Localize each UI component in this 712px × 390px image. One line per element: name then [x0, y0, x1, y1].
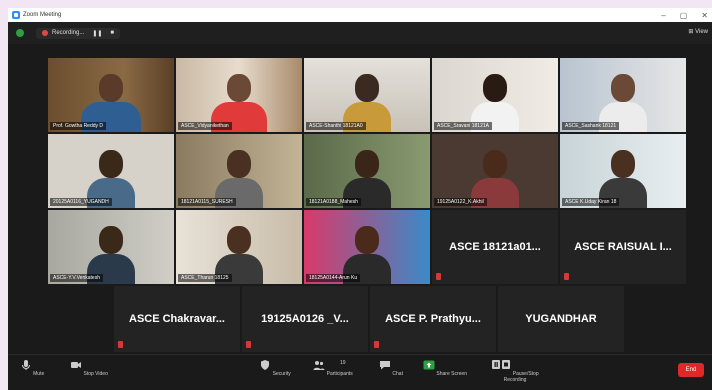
video-tile[interactable]: 18121A0115_SURESH [176, 134, 302, 208]
video-tile[interactable]: 20125A0116_YUGANDH [48, 134, 174, 208]
participant-name: YUGANDHAR [525, 313, 597, 325]
chat-button[interactable]: Chat [366, 359, 416, 377]
participant-name: 19125A0126 _V... [261, 313, 349, 325]
participant-name: 18125A0144-Arun Ku [306, 274, 361, 282]
participants-button[interactable]: Participants 19 [308, 359, 358, 377]
view-button[interactable]: ⊞ View [688, 28, 708, 35]
pause-recording-icon[interactable]: ❚❚ [92, 30, 102, 37]
participant-name: ASCE RAISUAL I... [574, 241, 672, 253]
participants-icon [313, 361, 325, 370]
meeting-toolbar: Mute Stop Video Security Participants 19… [8, 354, 712, 390]
muted-mic-icon [246, 341, 251, 348]
participant-name: ASCE 18121a01... [449, 241, 541, 253]
muted-mic-icon [564, 273, 569, 280]
video-tile[interactable]: ASCE-Y.V.Venkatesh [48, 210, 174, 284]
video-tile[interactable]: ASCE 18121a01... [432, 210, 558, 284]
recording-label: Recording... [52, 30, 85, 36]
participant-name: 19125A0122_K.Akhil [434, 198, 487, 206]
stop-recording-icon[interactable]: ■ [110, 30, 114, 36]
zoom-logo-icon [12, 11, 20, 19]
security-button[interactable]: Security [250, 359, 300, 377]
participant-name: ASCE K.Uday Kiran 18 [562, 198, 620, 206]
zoom-window: Zoom Meeting – ▢ ✕ Recording... ❚❚ ■ ⊞ V… [8, 8, 712, 390]
video-tile[interactable]: ASCE_Tharun 18125 [176, 210, 302, 284]
end-meeting-button[interactable]: End [678, 363, 704, 377]
meeting-top-bar: Recording... ❚❚ ■ ⊞ View [8, 22, 712, 44]
video-tile[interactable]: ASCE RAISUAL I... [560, 210, 686, 284]
share-screen-icon [423, 360, 435, 370]
participant-name: ASCE_Sashank 18121 [562, 122, 620, 130]
maximize-icon[interactable]: ▢ [680, 11, 688, 20]
minimize-icon[interactable]: – [661, 11, 665, 20]
video-tile[interactable]: 19125A0126 _V... [242, 286, 368, 352]
participant-name: 18121A0188_Mahesh [306, 198, 361, 206]
video-tile[interactable]: 18121A0188_Mahesh [304, 134, 430, 208]
muted-mic-icon [436, 273, 441, 280]
video-tile[interactable]: ASCE P. Prathyu... [370, 286, 496, 352]
participant-name: ASCE-Y.V.Venkatesh [50, 274, 103, 282]
microphone-icon [21, 360, 30, 370]
muted-mic-icon [374, 341, 379, 348]
participant-name: Prof. Gowtha Reddy D [50, 122, 107, 130]
participants-count: 19 [340, 360, 346, 366]
participant-name: 18121A0115_SURESH [178, 198, 236, 206]
video-tile[interactable]: ASCE K.Uday Kiran 18 [560, 134, 686, 208]
video-tile[interactable]: YUGANDHAR [498, 286, 624, 352]
video-camera-icon [71, 362, 82, 368]
video-tile[interactable]: ASCE_Vidyanikethan [176, 58, 302, 132]
video-tile[interactable]: ASCE_Sashank 18121 [560, 58, 686, 132]
title-bar: Zoom Meeting – ▢ ✕ [8, 8, 712, 22]
recording-indicator: Recording... ❚❚ ■ [36, 27, 121, 39]
pause-stop-recording-button[interactable]: Pause/Stop Recording [480, 359, 550, 383]
video-tile[interactable]: Prof. Gowtha Reddy D [48, 58, 174, 132]
chat-bubble-icon [380, 361, 391, 370]
participant-name: 20125A0116_YUGANDH [50, 198, 112, 206]
participant-name: ASCE_Tharun 18125 [178, 274, 232, 282]
close-icon[interactable]: ✕ [701, 11, 708, 20]
shield-icon [261, 360, 270, 370]
participant-name: ASCE P. Prathyu... [385, 313, 481, 325]
encryption-shield-icon[interactable] [16, 29, 24, 37]
video-tile[interactable]: ASCE Chakravar... [114, 286, 240, 352]
participant-name: ASCE_Vidyanikethan [178, 122, 232, 130]
video-tile[interactable]: 18125A0144-Arun Ku [304, 210, 430, 284]
pause-stop-recording-icon [492, 360, 511, 369]
recording-dot-icon [42, 30, 48, 36]
participant-name: ASCE_Sravani 18121A [434, 122, 492, 130]
share-screen-button[interactable]: Share Screen [420, 359, 470, 377]
video-tile[interactable]: 19125A0122_K.Akhil [432, 134, 558, 208]
stop-video-button[interactable]: Stop Video [64, 359, 114, 377]
mute-button[interactable]: Mute [12, 359, 52, 377]
window-title: Zoom Meeting [23, 12, 62, 18]
participant-name: ASCE Chakravar... [129, 313, 225, 325]
participant-name: ASCE-Shanthi 18121A0 [306, 122, 366, 130]
video-tile[interactable]: ASCE-Shanthi 18121A0 [304, 58, 430, 132]
video-tile[interactable]: ASCE_Sravani 18121A [432, 58, 558, 132]
muted-mic-icon [118, 341, 123, 348]
